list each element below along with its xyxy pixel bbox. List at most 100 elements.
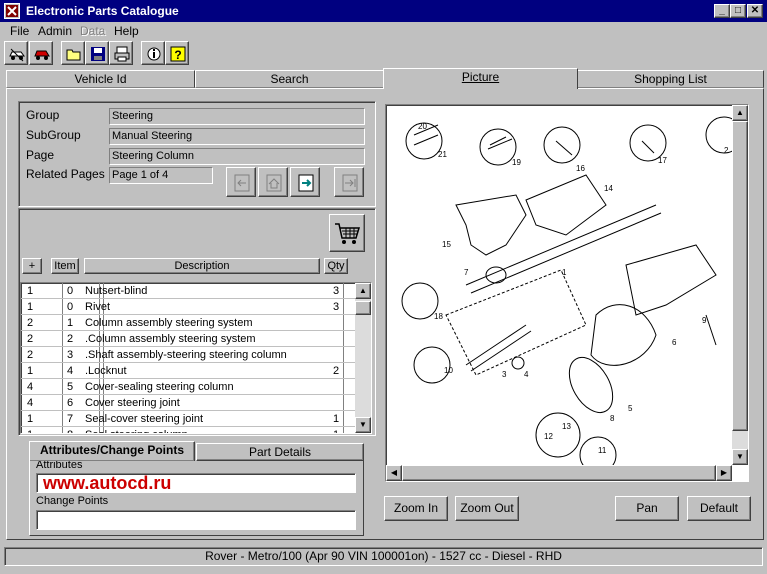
callout-13: 13 <box>562 422 571 431</box>
callout-14: 14 <box>604 184 613 193</box>
help-button[interactable]: ? <box>165 41 189 65</box>
help-icon: ? <box>170 46 186 62</box>
table-row[interactable]: 4 5 Cover-sealing steering column <box>21 379 355 395</box>
callout-11: 11 <box>598 446 607 455</box>
steering-column-diagram: 20 21 19 16 17 2 14 15 1 7 18 10 3 4 6 9… <box>401 116 743 474</box>
callout-16: 16 <box>576 164 585 173</box>
column-header-qty[interactable]: Qty <box>324 258 348 274</box>
pan-button[interactable]: Pan <box>615 496 679 521</box>
info-button[interactable] <box>141 41 165 65</box>
menu-admin[interactable]: Admin <box>38 24 72 38</box>
diagram-scroll-down-button[interactable]: ▼ <box>732 449 748 465</box>
callout-19: 19 <box>512 158 521 167</box>
callout-4: 4 <box>524 370 529 379</box>
maximize-button[interactable]: □ <box>730 4 746 18</box>
car-icon <box>9 48 25 62</box>
row-item: 1 <box>67 317 74 329</box>
callout-2-top: 2 <box>724 146 729 155</box>
tab-part-details[interactable]: Part Details <box>196 443 364 461</box>
table-row[interactable]: 4 6 Cover steering joint <box>21 395 355 411</box>
table-row[interactable]: 1 4 .Locknut 2 <box>21 363 355 379</box>
diagram-horizontal-scrollbar[interactable]: ◀ ▶ <box>386 465 732 481</box>
row-count: 1 <box>27 365 34 377</box>
subgroup-field: Manual Steering <box>109 128 365 145</box>
row-qty: 3 <box>333 301 340 313</box>
title-bar[interactable]: Electronic Parts Catalogue _ □ ✕ <box>0 0 767 22</box>
row-count: 1 <box>27 427 33 433</box>
close-button[interactable]: ✕ <box>747 4 763 18</box>
callout-17: 17 <box>658 156 667 165</box>
column-header-item[interactable]: Item <box>51 258 79 274</box>
table-row[interactable]: 1 0 Nutsert-blind 3 <box>21 283 355 299</box>
open-folder-icon <box>66 49 81 61</box>
tab-picture[interactable]: Picture <box>383 68 578 89</box>
next-page-button[interactable] <box>290 167 320 197</box>
table-row[interactable]: 1 7 Seal-cover steering joint 1 <box>21 411 355 427</box>
save-icon <box>91 47 105 61</box>
open-button[interactable] <box>61 41 85 65</box>
zoom-in-button[interactable]: Zoom In <box>384 496 448 521</box>
svg-text:?: ? <box>174 48 181 62</box>
status-bar: Rover - Metro/100 (Apr 90 VIN 100001on) … <box>4 547 763 566</box>
home-page-button[interactable] <box>258 167 288 197</box>
column-header-description[interactable]: Description <box>84 258 320 274</box>
table-row[interactable]: 2 3 .Shaft assembly-steering steering colu… <box>21 347 355 363</box>
diagram-horizontal-thumb[interactable] <box>402 465 716 481</box>
row-description: .Shaft assembly-steering steering column <box>85 349 287 361</box>
callout-10: 10 <box>444 366 453 375</box>
callout-6: 6 <box>672 338 677 347</box>
tab-search[interactable]: Search <box>195 70 384 88</box>
shopping-cart-icon <box>335 223 361 244</box>
parts-grid-scrollbar[interactable]: ▲ ▼ <box>355 283 371 433</box>
diagram-scroll-up-button[interactable]: ▲ <box>732 105 748 121</box>
red-car-icon <box>34 50 50 60</box>
attributes-field[interactable]: www.autocd.ru <box>36 473 356 493</box>
row-count: 2 <box>27 317 34 329</box>
default-button[interactable]: Default <box>687 496 751 521</box>
tab-shopping-list[interactable]: Shopping List <box>577 70 764 88</box>
change-points-field[interactable] <box>36 510 356 530</box>
table-row[interactable]: 2 1 Column assembly steering system <box>21 315 355 331</box>
parts-diagram-viewer[interactable]: 20 21 19 16 17 2 14 15 1 7 18 10 3 4 6 9… <box>385 104 749 482</box>
callout-15: 15 <box>442 240 451 249</box>
diagram-vertical-thumb[interactable] <box>732 121 748 431</box>
callout-1: 1 <box>562 268 567 277</box>
previous-page-button[interactable] <box>226 167 256 197</box>
row-count: 1 <box>27 301 34 313</box>
tab-attributes[interactable]: Attributes/Change Points <box>29 441 195 461</box>
table-row[interactable]: 2 2 .Column assembly steering system <box>21 331 355 347</box>
app-icon[interactable] <box>4 3 20 19</box>
minimize-button[interactable]: _ <box>714 4 730 18</box>
callout-20: 20 <box>418 122 427 131</box>
diagram-vertical-scrollbar[interactable]: ▲ ▼ <box>732 105 748 465</box>
scroll-down-button[interactable]: ▼ <box>355 417 371 433</box>
row-description: .Locknut <box>85 365 127 377</box>
tab-vehicle-id[interactable]: Vehicle Id <box>6 70 195 88</box>
column-header-plus[interactable]: + <box>22 258 42 274</box>
scroll-up-button[interactable]: ▲ <box>355 283 371 299</box>
menu-help[interactable]: Help <box>114 24 139 38</box>
table-row[interactable]: 1 8 Seal steering column 1 <box>21 427 355 433</box>
menu-file[interactable]: File <box>10 24 29 38</box>
add-to-cart-button[interactable] <box>329 214 365 252</box>
row-item: 4 <box>67 365 74 377</box>
menu-data[interactable]: Data <box>80 24 105 38</box>
table-row[interactable]: 1 0 Rivet 3 <box>21 299 355 315</box>
red-vehicle-button[interactable] <box>29 41 53 65</box>
diagram-scroll-left-button[interactable]: ◀ <box>386 465 402 481</box>
row-item: 3 <box>67 349 74 361</box>
row-qty: 1 <box>333 413 340 425</box>
diagram-scroll-right-button[interactable]: ▶ <box>716 465 732 481</box>
home-page-icon <box>266 174 282 192</box>
row-qty: 3 <box>333 285 340 297</box>
print-button[interactable] <box>109 41 133 65</box>
save-button[interactable] <box>85 41 109 65</box>
zoom-out-button[interactable]: Zoom Out <box>455 496 519 521</box>
page-field: Steering Column <box>109 148 365 165</box>
vehicle-button[interactable] <box>4 41 28 65</box>
scroll-thumb[interactable] <box>355 301 371 315</box>
last-page-button[interactable] <box>334 167 364 197</box>
row-item: 6 <box>67 397 74 409</box>
callout-3: 3 <box>502 370 507 379</box>
row-description: .Column assembly steering system <box>85 333 256 345</box>
